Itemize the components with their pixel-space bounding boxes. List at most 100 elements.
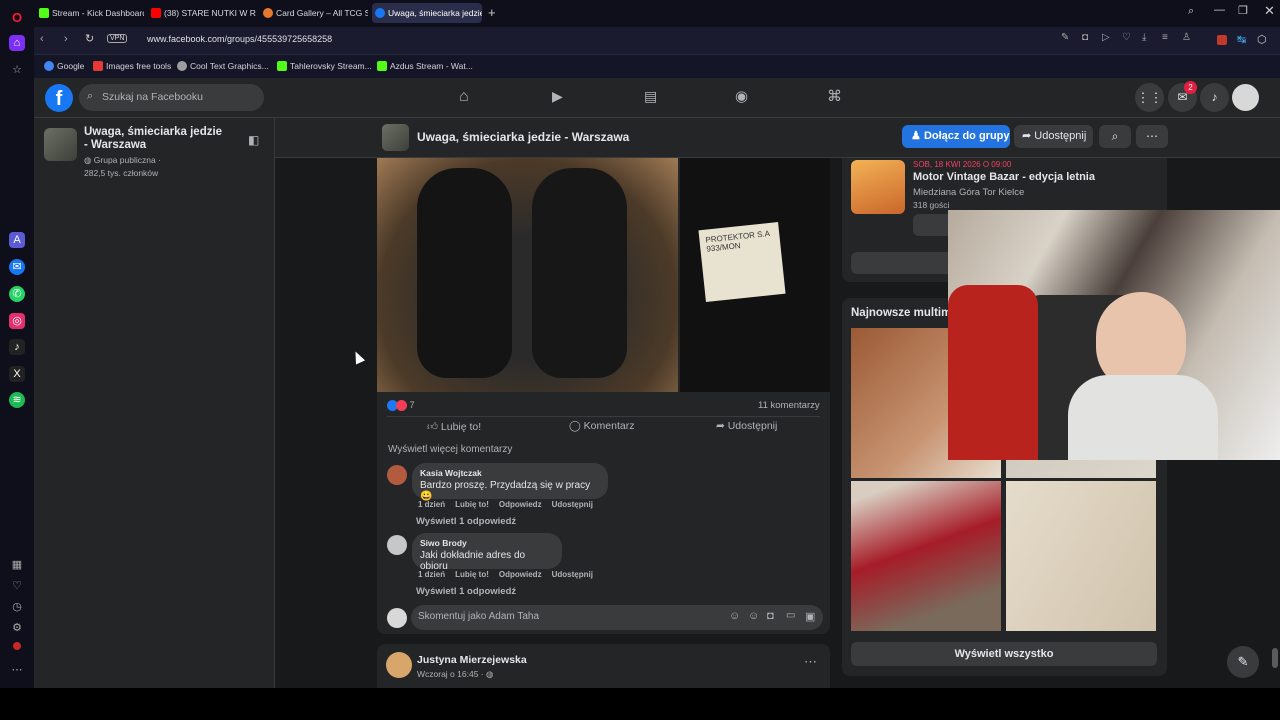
history-icon[interactable]: ◷ xyxy=(9,599,25,615)
tab-kick[interactable]: Stream - Kick Dashboard xyxy=(36,3,144,23)
heart-icon[interactable]: ♡ xyxy=(1122,32,1131,43)
view-replies-link[interactable]: Wyświetl 1 odpowiedź xyxy=(416,516,516,527)
comment-author[interactable]: Siwo Brody xyxy=(420,538,554,548)
more-comments-link[interactable]: Wyświetl więcej komentarzy xyxy=(388,444,512,455)
menu-icon[interactable]: ≡ xyxy=(1162,32,1168,43)
comment-time[interactable]: 1 dzień xyxy=(418,570,445,579)
post-author[interactable]: Justyna Mierzejewska xyxy=(417,654,527,666)
whatsapp-icon[interactable]: ✆ xyxy=(9,286,25,302)
opera-logo-icon[interactable]: O xyxy=(9,10,25,26)
minimize-icon[interactable]: — xyxy=(1214,4,1225,16)
search-input[interactable]: ⌕ Szukaj na Facebooku xyxy=(79,84,264,111)
event-title[interactable]: Motor Vintage Bazar - edycja letnia xyxy=(913,171,1095,183)
more-icon[interactable]: ⋯ xyxy=(9,662,25,678)
menu-grid-icon[interactable]: ⋮⋮ xyxy=(1135,83,1164,112)
home-icon[interactable]: ⌂ xyxy=(459,88,469,106)
avatar-sticker-icon[interactable]: ☺ xyxy=(729,610,740,622)
media-thumb[interactable] xyxy=(851,481,1001,631)
bookmark-cooltext[interactable]: Cool Text Graphics... xyxy=(177,61,269,71)
settings-icon[interactable]: ⚙ xyxy=(9,620,25,636)
reload-icon[interactable]: ↻ xyxy=(85,32,94,45)
event-thumbnail[interactable] xyxy=(851,160,905,214)
post-time[interactable]: Wczoraj o 16:45 · ◍ xyxy=(417,669,493,680)
like-button[interactable]: 👍︎ Lubię to! xyxy=(427,420,481,433)
emoji-icon[interactable]: ☺ xyxy=(748,610,759,622)
search-tabs-icon[interactable]: ⌕ xyxy=(1188,5,1194,18)
close-window-icon[interactable]: ✕ xyxy=(1264,3,1275,19)
group-search-icon[interactable]: ⌕ xyxy=(1099,125,1131,148)
post-menu-icon[interactable]: ⋯ xyxy=(804,654,817,670)
new-message-icon[interactable]: ✎ xyxy=(1227,646,1259,678)
star-icon[interactable]: ☆ xyxy=(9,62,25,78)
group-header-title[interactable]: Uwaga, śmieciarka jedzie - Warszawa xyxy=(417,130,629,144)
camera-icon[interactable]: ◘ xyxy=(1082,32,1088,43)
commenter-avatar[interactable] xyxy=(387,535,407,555)
vpn-badge[interactable]: VPN xyxy=(107,34,128,43)
bookmark-tahlerovsky[interactable]: Tahlerovsky Stream... xyxy=(277,61,372,71)
scrollbar-thumb[interactable] xyxy=(1272,648,1278,668)
bell-icon[interactable]: ♪ xyxy=(1200,83,1229,112)
group-avatar[interactable] xyxy=(44,128,77,161)
back-icon[interactable]: ‹ xyxy=(40,33,44,45)
instagram-icon[interactable]: ◎ xyxy=(9,313,25,329)
join-group-button[interactable]: ♟ Dołącz do grupy xyxy=(902,125,1010,148)
sticker-icon[interactable]: ▣ xyxy=(805,610,815,623)
group-name[interactable]: Uwaga, śmieciarka jedzie - Warszawa xyxy=(84,126,224,152)
tiktok-icon[interactable]: ♪ xyxy=(9,339,25,355)
puzzle-icon[interactable]: ⬡ xyxy=(1257,33,1267,46)
media-thumb[interactable] xyxy=(1006,481,1156,631)
restore-icon[interactable]: ❐ xyxy=(1238,4,1248,17)
post-image-boots[interactable] xyxy=(377,158,678,392)
edit-icon[interactable]: ✎ xyxy=(1061,32,1069,43)
comment-share[interactable]: Udostępnij xyxy=(552,500,593,509)
share-button[interactable]: ➦ Udostępnij xyxy=(716,420,777,432)
forward-icon[interactable]: › xyxy=(64,33,68,45)
download-icon[interactable]: ⤓ xyxy=(1142,32,1146,43)
facebook-logo-icon[interactable]: f xyxy=(45,84,73,112)
comment-input[interactable]: Skomentuj jako Adam Taha ☺ ☺ ◘ ▭ ▣ xyxy=(411,605,823,630)
comment-share[interactable]: Udostępnij xyxy=(552,570,593,579)
comment-reply[interactable]: Odpowiedz xyxy=(499,500,542,509)
bookmark-images[interactable]: Images free tools xyxy=(93,61,171,71)
extensions-icon[interactable]: ▦ xyxy=(9,557,25,573)
bookmark-google[interactable]: Google xyxy=(44,61,84,71)
comment-author[interactable]: Kasia Wojtczak xyxy=(420,468,600,478)
messenger-icon[interactable]: ✉ xyxy=(9,259,25,275)
reactions-summary[interactable]: 7 xyxy=(387,400,415,412)
url-field[interactable]: VPN www.facebook.com/groups/455539725658… xyxy=(104,31,1244,50)
home-icon[interactable]: ⌂ xyxy=(9,35,25,51)
new-tab-icon[interactable]: + xyxy=(488,5,496,20)
tab-card-gallery[interactable]: Card Gallery – All TCG Se xyxy=(260,3,368,23)
commenter-avatar[interactable] xyxy=(387,465,407,485)
play-icon[interactable]: ▷ xyxy=(1102,32,1110,43)
extension-icon[interactable] xyxy=(1217,35,1227,45)
profile-avatar[interactable] xyxy=(1232,84,1259,111)
aria-icon[interactable]: A xyxy=(9,232,25,248)
spotify-icon[interactable]: ≋ xyxy=(9,392,25,408)
groups-icon[interactable]: ◉ xyxy=(735,87,748,105)
comment-time[interactable]: 1 dzień xyxy=(418,500,445,509)
gaming-icon[interactable]: ⌘ xyxy=(827,87,842,105)
panel-toggle-icon[interactable]: ◧ xyxy=(248,133,259,147)
tab-youtube[interactable]: (38) STARE NUTKI W R xyxy=(148,3,256,23)
camera-icon[interactable]: ◘ xyxy=(767,610,774,622)
view-replies-link[interactable]: Wyświetl 1 odpowiedź xyxy=(416,586,516,597)
x-twitter-icon[interactable]: X xyxy=(9,366,25,382)
bookmark-azdus[interactable]: Azdus Stream - Wat... xyxy=(377,61,473,71)
tab-facebook[interactable]: Uwaga, śmieciarka jedzie xyxy=(372,3,482,23)
comment-like[interactable]: Lubię to! xyxy=(455,500,489,509)
comment-like[interactable]: Lubię to! xyxy=(455,570,489,579)
share-group-button[interactable]: ➦ Udostępnij xyxy=(1014,125,1093,148)
comment-button[interactable]: ◯ Komentarz xyxy=(569,420,634,432)
profile-icon[interactable]: ♙ xyxy=(1182,32,1191,43)
video-icon[interactable]: ▶ xyxy=(552,88,563,105)
more-options-icon[interactable]: ⋯ xyxy=(1136,125,1168,148)
translate-icon[interactable]: ↹ xyxy=(1237,33,1246,46)
author-avatar[interactable] xyxy=(386,652,412,678)
comment-reply[interactable]: Odpowiedz xyxy=(499,570,542,579)
post-image-label[interactable]: PROTEKTOR S.A 933/MON xyxy=(680,158,830,392)
heart-icon[interactable]: ♡ xyxy=(9,578,25,594)
gif-icon[interactable]: ▭ xyxy=(786,610,795,621)
comments-count[interactable]: 11 komentarzy xyxy=(758,400,820,411)
see-all-media-button[interactable]: Wyświetl wszystko xyxy=(851,642,1157,666)
